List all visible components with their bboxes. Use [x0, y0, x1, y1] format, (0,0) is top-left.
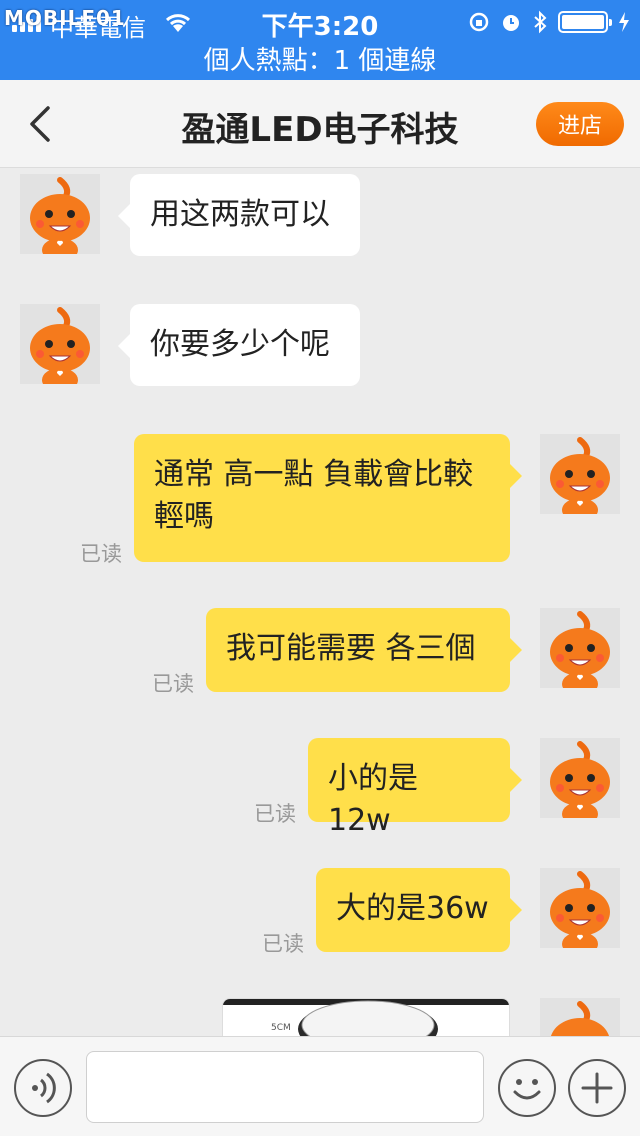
emoji-button[interactable] [498, 1059, 556, 1117]
shop-avatar[interactable] [20, 174, 100, 254]
bluetooth-icon [534, 10, 547, 34]
message-bubble[interactable]: 通常 高一點 負載會比較輕嗎 [134, 434, 522, 562]
status-icons [468, 10, 630, 34]
image-dimension-label: 5CM [271, 1023, 291, 1033]
mascot-icon [30, 177, 90, 254]
read-status: 已读 [152, 672, 194, 696]
mascot-icon [550, 871, 610, 948]
user-avatar[interactable] [540, 434, 620, 514]
status-bar: MOBILE01 中華電信 下午3:20 個人熱點：1 個連線 [0, 0, 640, 80]
smiley-icon [513, 1079, 541, 1100]
mascot-icon [550, 437, 610, 514]
nav-bar: 盈通LED电子科技 进店 [0, 80, 640, 168]
read-status: 已读 [80, 542, 122, 566]
rotation-lock-icon [469, 12, 489, 32]
input-bar [0, 1036, 640, 1136]
message-bubble[interactable]: 我可能需要 各三個 [206, 608, 522, 692]
battery-icon [558, 11, 612, 33]
mascot-icon [550, 741, 610, 818]
user-avatar[interactable] [540, 868, 620, 948]
product-image [298, 1000, 438, 1037]
mascot-icon [550, 1001, 610, 1036]
plus-icon [581, 1072, 613, 1104]
shop-avatar[interactable] [20, 304, 100, 384]
message-bubble[interactable]: 你要多少个呢 [118, 304, 360, 386]
user-avatar[interactable] [540, 608, 620, 688]
message-input[interactable] [86, 1051, 484, 1123]
message-bubble[interactable]: 大的是36w [316, 868, 522, 952]
more-button[interactable] [568, 1059, 626, 1117]
read-status: 已读 [262, 932, 304, 956]
enter-shop-button[interactable]: 进店 [536, 102, 624, 146]
mascot-icon [30, 307, 90, 384]
charging-icon [619, 12, 629, 32]
hotspot-banner[interactable]: 個人熱點：1 個連線 [0, 40, 640, 77]
message-bubble[interactable]: 小的是 12w [308, 738, 522, 838]
alarm-icon [503, 15, 519, 31]
voice-icon [32, 1072, 56, 1104]
message-bubble[interactable]: 用这两款可以 [118, 174, 360, 256]
read-status: 已读 [254, 802, 296, 826]
status-row: MOBILE01 中華電信 下午3:20 [0, 4, 640, 42]
voice-button[interactable] [14, 1059, 72, 1117]
user-avatar[interactable] [540, 738, 620, 818]
user-avatar[interactable] [540, 998, 620, 1036]
image-message[interactable]: 5CM [222, 998, 510, 1038]
mascot-icon [550, 611, 610, 688]
